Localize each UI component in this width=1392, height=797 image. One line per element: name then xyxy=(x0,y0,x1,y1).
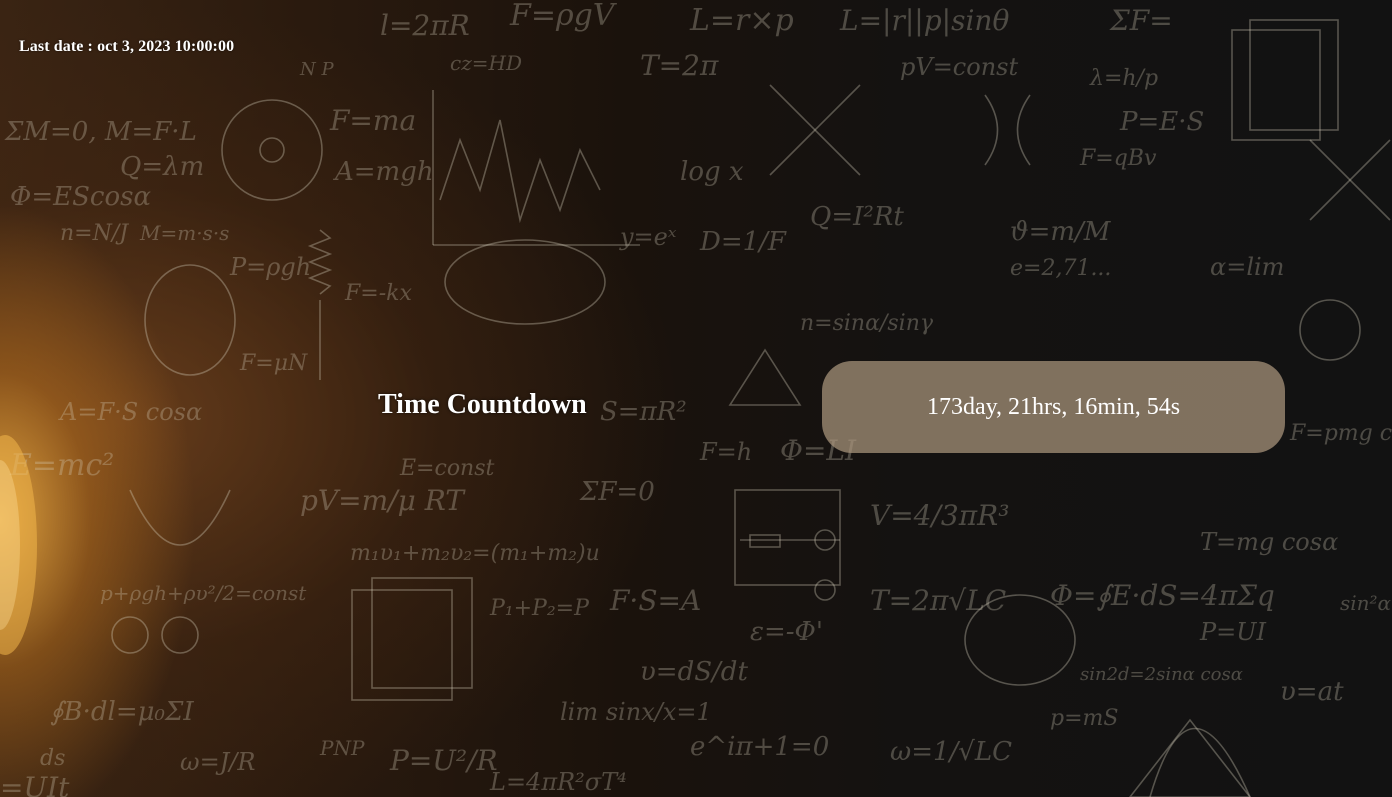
countdown-box: 173day, 21hrs, 16min, 54s xyxy=(822,361,1285,453)
svg-text:F=ρgV: F=ρgV xyxy=(509,0,618,33)
countdown-value: 173day, 21hrs, 16min, 54s xyxy=(926,393,1181,420)
svg-text:e=2,71...: e=2,71... xyxy=(1010,256,1111,281)
svg-text:P=ρgh: P=ρgh xyxy=(229,253,311,281)
svg-text:L=r×p: L=r×p xyxy=(689,3,794,38)
svg-text:S=πR²: S=πR² xyxy=(600,397,687,427)
svg-text:ds: ds xyxy=(40,746,65,771)
svg-text:l=2πR: l=2πR xyxy=(380,9,470,42)
svg-text:υ=at: υ=at xyxy=(1280,677,1344,707)
svg-text:e^iπ+1=0: e^iπ+1=0 xyxy=(690,732,829,762)
svg-text:F=-kx: F=-kx xyxy=(344,281,412,306)
svg-text:M=m·s·s: M=m·s·s xyxy=(139,221,229,245)
svg-text:p+ρgh+ρυ²/2=const: p+ρgh+ρυ²/2=const xyxy=(100,581,307,605)
svg-text:sin2d=2sinα cosα: sin2d=2sinα cosα xyxy=(1080,664,1243,685)
svg-text:ϑ=m/M: ϑ=m/M xyxy=(1010,217,1112,247)
svg-text:Q=λm: Q=λm xyxy=(120,152,204,182)
svg-text:y=eˣ: y=eˣ xyxy=(619,223,677,251)
svg-text:T=2π√LC: T=2π√LC xyxy=(870,584,1006,617)
svg-text:ΣF=0: ΣF=0 xyxy=(579,477,655,507)
svg-text:ΣM=0, M=F·L: ΣM=0, M=F·L xyxy=(4,117,197,147)
svg-text:V=4/3πR³: V=4/3πR³ xyxy=(870,499,1009,532)
svg-text:m₁υ₁+m₂υ₂=(m₁+m₂)u: m₁υ₁+m₂υ₂=(m₁+m₂)u xyxy=(350,541,600,566)
svg-text:Φ=∮E·dS=4πΣq: Φ=∮E·dS=4πΣq xyxy=(1050,579,1275,612)
svg-text:P=E·S: P=E·S xyxy=(1119,107,1204,137)
svg-text:pV=m/μ RT: pV=m/μ RT xyxy=(300,484,466,517)
svg-text:ω=J/R: ω=J/R xyxy=(180,748,255,776)
svg-text:PNP: PNP xyxy=(319,736,365,760)
svg-text:F=ma: F=ma xyxy=(329,104,416,137)
svg-text:υ=dS/dt: υ=dS/dt xyxy=(640,657,748,687)
svg-text:E=const: E=const xyxy=(399,456,495,481)
svg-text:sin²α: sin²α xyxy=(1340,591,1392,615)
svg-text:F=qBv: F=qBv xyxy=(1079,146,1157,171)
svg-text:F·S=A: F·S=A xyxy=(609,584,701,617)
last-date-label: Last date : oct 3, 2023 10:00:00 xyxy=(19,38,235,55)
svg-text:n=sinα/sinγ: n=sinα/sinγ xyxy=(800,311,934,336)
svg-text:T=mg cosα: T=mg cosα xyxy=(1200,528,1338,556)
svg-text:P=U²/R: P=U²/R xyxy=(389,744,498,777)
svg-text:pV=const: pV=const xyxy=(900,53,1018,81)
svg-text:p=mS: p=mS xyxy=(1050,706,1118,731)
svg-text:λ=h/p: λ=h/p xyxy=(1089,66,1158,91)
svg-text:D=1/F: D=1/F xyxy=(699,227,787,257)
countdown-title: Time Countdown xyxy=(378,389,587,420)
svg-text:F=μN: F=μN xyxy=(239,351,308,376)
svg-text:P₁+P₂=P: P₁+P₂=P xyxy=(489,596,590,621)
svg-text:=UIt: =UIt xyxy=(0,771,70,797)
svg-text:F=h: F=h xyxy=(699,438,752,466)
svg-text:T=2π: T=2π xyxy=(640,49,719,82)
svg-text:P=UI: P=UI xyxy=(1199,618,1266,646)
svg-text:ε=-Φ': ε=-Φ' xyxy=(750,617,823,647)
svg-text:L=4πR²σT⁴: L=4πR²σT⁴ xyxy=(489,768,627,796)
svg-text:lim sinx/x=1: lim sinx/x=1 xyxy=(560,698,712,726)
svg-text:n=N/J: n=N/J xyxy=(60,221,129,246)
svg-text:ω=1/√LC: ω=1/√LC xyxy=(890,737,1012,767)
svg-text:∮B·dl=μ₀ΣI: ∮B·dl=μ₀ΣI xyxy=(50,697,194,727)
svg-text:log x: log x xyxy=(680,157,744,187)
svg-text:A=F·S cosα: A=F·S cosα xyxy=(58,398,202,426)
svg-text:N P: N P xyxy=(299,59,334,80)
svg-text:Q=I²Rt: Q=I²Rt xyxy=(810,202,904,232)
svg-text:α=lim: α=lim xyxy=(1210,253,1284,281)
svg-text:F=pmg cosα: F=pmg cosα xyxy=(1289,421,1392,446)
svg-text:Φ=EScosα: Φ=EScosα xyxy=(10,182,151,212)
svg-text:cz=HD: cz=HD xyxy=(450,51,522,75)
svg-text:ΣF=: ΣF= xyxy=(1109,4,1173,37)
svg-text:A=mgh: A=mgh xyxy=(333,157,434,187)
svg-text:L=|r||p|sinθ: L=|r||p|sinθ xyxy=(839,4,1009,37)
